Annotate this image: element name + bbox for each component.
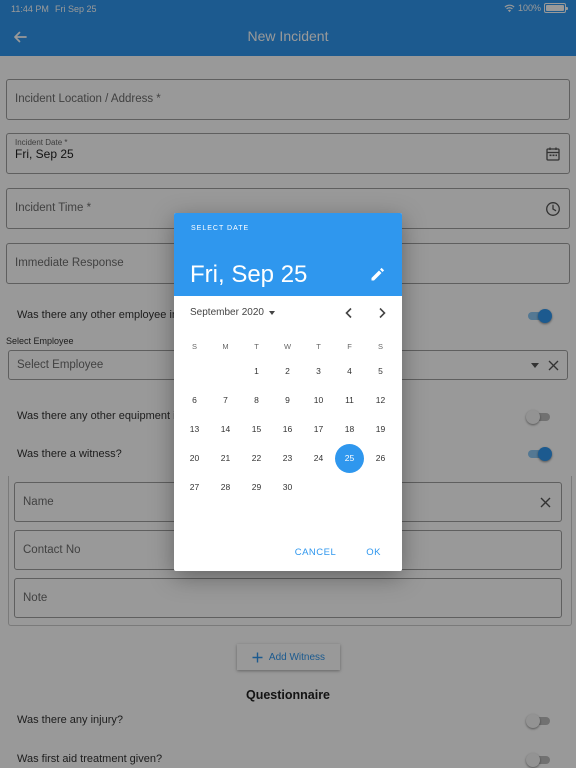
day-cell[interactable]: 15 (241, 415, 272, 444)
day-cell[interactable]: 23 (272, 444, 303, 473)
week-row: 6 7 8 9 10 11 12 (179, 386, 397, 415)
day-cell[interactable]: 28 (210, 473, 241, 502)
day-cell[interactable]: 30 (272, 473, 303, 502)
ok-button[interactable]: OK (366, 547, 381, 558)
day-cell-empty (365, 473, 396, 502)
day-cell-empty (334, 473, 365, 502)
day-cell[interactable]: 1 (241, 357, 272, 386)
cancel-button[interactable]: CANCEL (295, 547, 337, 558)
month-year-label: September 2020 (190, 307, 264, 318)
day-cell[interactable]: 12 (365, 386, 396, 415)
selected-day-label: 25 (344, 453, 355, 463)
weekday-label: S (377, 341, 383, 351)
day-cell[interactable]: 10 (303, 386, 334, 415)
day-cell[interactable]: 14 (210, 415, 241, 444)
day-cell[interactable]: 20 (179, 444, 210, 473)
date-picker-header: SELECT DATE Fri, Sep 25 (174, 213, 402, 296)
day-cell[interactable]: 9 (272, 386, 303, 415)
month-year-selector[interactable]: September 2020 (190, 307, 275, 318)
week-row: 20 21 22 23 24 25 26 (179, 444, 397, 473)
day-cell[interactable]: 24 (303, 444, 334, 473)
next-month-chevron-icon[interactable] (375, 306, 389, 320)
day-cell[interactable]: 27 (179, 473, 210, 502)
calendar-grid: S M T W T F S 1 2 3 4 5 6 7 8 9 10 11 12… (179, 335, 397, 502)
day-cell[interactable]: 17 (303, 415, 334, 444)
selected-date-display: Fri, Sep 25 (190, 261, 308, 288)
day-cell[interactable]: 2 (272, 357, 303, 386)
weekday-label: W (283, 341, 292, 351)
day-cell[interactable]: 3 (303, 357, 334, 386)
day-cell[interactable]: 18 (334, 415, 365, 444)
weekday-header-row: S M T W T F S (179, 335, 397, 357)
month-dropdown-caret-icon (268, 310, 275, 315)
date-picker-dialog: SELECT DATE Fri, Sep 25 September 2020 S… (174, 213, 402, 571)
day-cell[interactable]: 16 (272, 415, 303, 444)
day-cell-empty (210, 357, 241, 386)
weekday-label: T (254, 341, 259, 351)
day-cell[interactable]: 19 (365, 415, 396, 444)
day-cell[interactable]: 29 (241, 473, 272, 502)
day-cell-selected[interactable]: 25 (334, 444, 365, 473)
day-cell[interactable]: 8 (241, 386, 272, 415)
weekday-label: T (316, 341, 321, 351)
day-cell[interactable]: 21 (210, 444, 241, 473)
edit-pencil-icon[interactable] (370, 267, 385, 282)
week-row: 1 2 3 4 5 (179, 357, 397, 386)
weekday-label: M (222, 341, 229, 351)
day-cell[interactable]: 11 (334, 386, 365, 415)
day-cell[interactable]: 26 (365, 444, 396, 473)
day-cell[interactable]: 5 (365, 357, 396, 386)
day-cell[interactable]: 4 (334, 357, 365, 386)
day-cell-empty (303, 473, 334, 502)
day-cell-empty (179, 357, 210, 386)
dialog-actions: CANCEL OK (295, 547, 381, 558)
day-cell[interactable]: 22 (241, 444, 272, 473)
week-row: 13 14 15 16 17 18 19 (179, 415, 397, 444)
day-cell[interactable]: 7 (210, 386, 241, 415)
select-date-label: SELECT DATE (191, 225, 250, 232)
day-cell[interactable]: 6 (179, 386, 210, 415)
week-row: 27 28 29 30 (179, 473, 397, 502)
day-cell[interactable]: 13 (179, 415, 210, 444)
weekday-label: S (191, 341, 197, 351)
weekday-label: F (347, 341, 352, 351)
prev-month-chevron-icon[interactable] (342, 306, 356, 320)
